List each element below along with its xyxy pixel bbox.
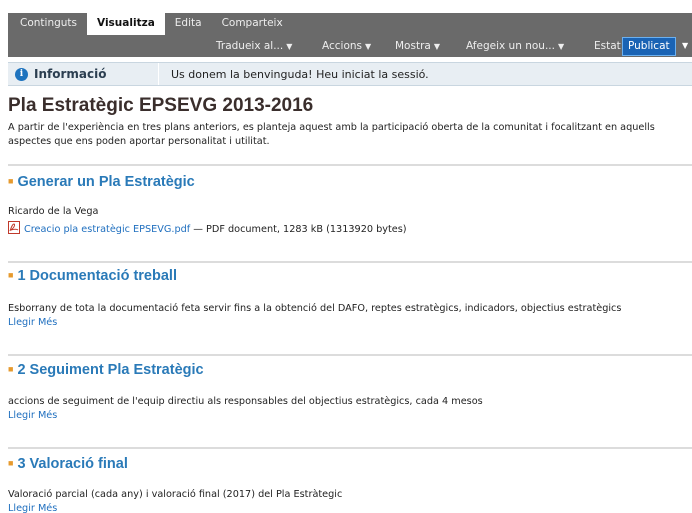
- tab-share[interactable]: Comparteix: [212, 13, 293, 35]
- author: Ricardo de la Vega: [8, 206, 99, 217]
- info-message-bar: i Informació Us donem la benvinguda! Heu…: [8, 62, 692, 86]
- file-attachment: Creacio pla estratègic EPSEVG.pdf — PDF …: [8, 221, 407, 235]
- translate-menu-label: Tradueix al...: [216, 40, 284, 52]
- pdf-icon: [8, 221, 20, 234]
- actions-menu[interactable]: Accions ▼: [322, 40, 371, 52]
- section-title-text: Generar un Pla Estratègic: [17, 174, 195, 190]
- divider: [8, 354, 692, 356]
- bullet-icon: ■: [8, 458, 14, 468]
- chevron-down-icon: ▼: [433, 42, 440, 51]
- chevron-down-icon[interactable]: ▼: [682, 41, 688, 50]
- state-label: Estat:: [594, 40, 625, 52]
- actions-menu-label: Accions: [322, 40, 363, 52]
- add-new-menu[interactable]: Afegeix un nou... ▼: [466, 40, 564, 52]
- read-more-link[interactable]: Llegir Més: [8, 410, 57, 421]
- edit-menus: Tradueix al... ▼ Accions ▼ Mostra ▼ Afegeix…: [8, 37, 692, 57]
- read-more-link[interactable]: Llegir Més: [8, 503, 57, 513]
- chevron-down-icon: ▼: [557, 42, 565, 51]
- info-message: Us donem la benvinguda! Heu iniciat la s…: [171, 68, 429, 81]
- state-dropdown[interactable]: Publicat: [622, 37, 676, 56]
- pdf-file-link[interactable]: Creacio pla estratègic EPSEVG.pdf: [24, 224, 190, 235]
- divider: [8, 164, 692, 166]
- file-info: — PDF document, 1283 kB (1313920 bytes): [190, 224, 407, 235]
- section-title-valoracio[interactable]: ■ 3 Valoració final: [8, 456, 128, 472]
- chevron-down-icon: ▼: [286, 42, 293, 51]
- display-menu[interactable]: Mostra ▼: [395, 40, 440, 52]
- divider: [8, 447, 692, 449]
- section-title-text: 2 Seguiment Pla Estratègic: [17, 362, 204, 378]
- section-title-documentacio[interactable]: ■ 1 Documentació treball: [8, 268, 177, 284]
- add-new-menu-label: Afegeix un nou...: [466, 40, 555, 52]
- tab-edit[interactable]: Edita: [165, 13, 212, 35]
- section-title-seguiment[interactable]: ■ 2 Seguiment Pla Estratègic: [8, 362, 204, 378]
- read-more-link[interactable]: Llegir Més: [8, 317, 57, 328]
- tab-view[interactable]: Visualitza: [87, 13, 165, 35]
- bullet-icon: ■: [8, 176, 14, 186]
- edit-bar: Continguts Visualitza Edita Comparteix T…: [8, 13, 692, 57]
- section-title-text: 1 Documentació treball: [17, 268, 177, 284]
- bullet-icon: ■: [8, 270, 14, 280]
- section-text: accions de seguiment de l'equip directiu…: [8, 396, 483, 407]
- info-icon: i: [15, 68, 28, 81]
- tab-contents[interactable]: Continguts: [8, 13, 87, 35]
- divider: [158, 63, 159, 85]
- bullet-icon: ■: [8, 364, 14, 374]
- page-description: A partir de l'experiència en tres plans …: [8, 122, 655, 147]
- chevron-down-icon: ▼: [365, 42, 372, 51]
- section-title-generar[interactable]: ■ Generar un Pla Estratègic: [8, 174, 195, 190]
- divider: [8, 261, 692, 263]
- section-title-text: 3 Valoració final: [17, 456, 128, 472]
- page-title: Pla Estratègic EPSEVG 2013-2016: [8, 95, 314, 116]
- display-menu-label: Mostra: [395, 40, 431, 52]
- section-text: Esborrany de tota la documentació feta s…: [8, 303, 622, 314]
- section-text: Valoració parcial (cada any) i valoració…: [8, 489, 343, 500]
- translate-menu[interactable]: Tradueix al... ▼: [216, 40, 292, 52]
- edit-tabs: Continguts Visualitza Edita Comparteix: [8, 13, 293, 35]
- info-title: Informació: [34, 67, 107, 81]
